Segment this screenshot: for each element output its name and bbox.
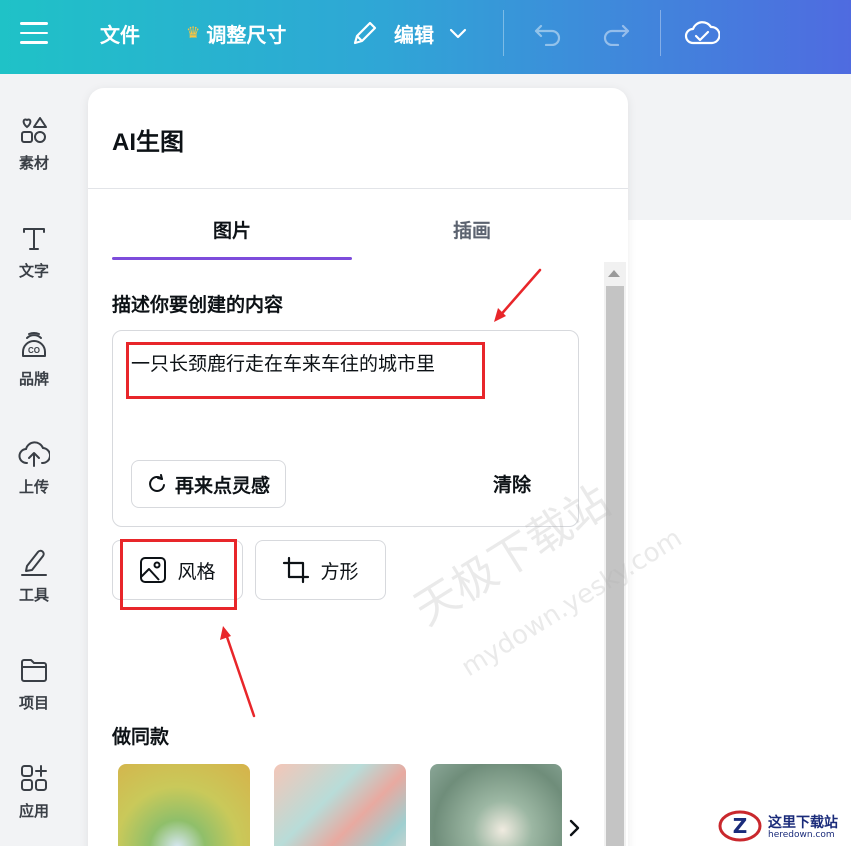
undo-button[interactable] (530, 16, 566, 50)
same-style-label: 做同款 (112, 727, 170, 748)
example-thumbnail[interactable] (430, 764, 562, 846)
brand-icon: CO (22, 332, 46, 357)
toolbar-divider (660, 10, 661, 56)
upload-icon (18, 441, 50, 467)
scroll-up-icon[interactable] (608, 270, 620, 277)
folder-icon (21, 659, 47, 682)
sidebar-item-brand[interactable]: CO 品牌 (0, 330, 68, 410)
sidebar-item-label: 上传 (18, 479, 49, 496)
shape-label: 方形 (320, 561, 359, 583)
sidebar-item-label: 项目 (18, 695, 49, 712)
refresh-icon (149, 474, 165, 492)
clear-button[interactable]: 清除 (493, 470, 531, 497)
toolbar-divider (503, 10, 504, 56)
apps-icon (21, 765, 47, 791)
example-thumbnail[interactable] (274, 764, 406, 846)
logo-icon: Z (718, 810, 762, 842)
tab-illustration[interactable]: 插画 (352, 216, 592, 243)
style-button[interactable]: 风格 (112, 540, 243, 600)
image-icon (140, 557, 167, 583)
redo-button[interactable] (598, 16, 634, 50)
edit-menu-button[interactable]: 编辑 (350, 18, 468, 48)
cloud-save-button[interactable] (684, 16, 720, 50)
aspect-ratio-button[interactable]: 方形 (255, 540, 386, 600)
inspire-label: 再来点灵感 (174, 475, 270, 497)
sidebar-item-tools[interactable]: 工具 (0, 546, 68, 626)
sidebar-item-label: 应用 (18, 803, 49, 820)
crown-icon: ♛ (186, 25, 201, 42)
file-menu-button[interactable]: 文件 (100, 18, 140, 48)
menu-icon[interactable] (20, 22, 48, 44)
sidebar-item-label: 文字 (18, 263, 49, 280)
edit-label: 编辑 (394, 24, 434, 47)
logo-title: 这里下载站 (768, 815, 838, 831)
sidebar-item-elements[interactable]: 素材 (0, 114, 68, 194)
sidebar-item-label: 品牌 (18, 371, 49, 388)
resize-button[interactable]: ♛ 调整尺寸 (186, 18, 286, 48)
pencil-icon (353, 21, 377, 45)
sidebar-item-label: 素材 (18, 155, 49, 172)
scrollbar-thumb[interactable] (606, 286, 624, 846)
left-sidebar: 素材 文字 CO 品牌 上传 工具 项目 应用 (0, 74, 68, 846)
cloud-check-icon (684, 21, 720, 45)
tab-image[interactable]: 图片 (112, 216, 352, 243)
site-logo: Z 这里下载站 heredown.com (716, 806, 851, 846)
svg-text:Z: Z (733, 814, 748, 838)
panel-divider (88, 188, 628, 189)
sidebar-item-projects[interactable]: 项目 (0, 654, 68, 734)
top-toolbar: 文件 ♛ 调整尺寸 编辑 (0, 0, 851, 74)
crop-icon (283, 556, 310, 584)
sidebar-item-text[interactable]: 文字 (0, 222, 68, 302)
style-label: 风格 (177, 561, 216, 583)
example-thumbnail[interactable] (118, 764, 250, 846)
file-menu-label: 文件 (100, 24, 140, 47)
resize-label: 调整尺寸 (206, 24, 287, 47)
active-tab-indicator (112, 257, 352, 260)
ai-image-panel: AI生图 图片 插画 描述你要创建的内容 一只长颈鹿行走在车来车往的城市里 再来… (88, 88, 628, 846)
inspire-button[interactable]: 再来点灵感 (131, 460, 286, 508)
text-icon (23, 228, 45, 250)
prompt-textarea[interactable]: 一只长颈鹿行走在车来车往的城市里 再来点灵感 清除 (112, 330, 579, 527)
redo-icon (603, 24, 630, 46)
panel-title: AI生图 (112, 129, 184, 156)
tools-icon (21, 549, 47, 576)
elements-icon (21, 117, 47, 143)
svg-text:CO: CO (28, 346, 40, 355)
sidebar-item-apps[interactable]: 应用 (0, 762, 68, 842)
undo-icon (534, 24, 561, 46)
sidebar-item-label: 工具 (18, 587, 49, 604)
sidebar-item-upload[interactable]: 上传 (0, 438, 68, 518)
prompt-section-label: 描述你要创建的内容 (112, 295, 284, 316)
logo-url: heredown.com (768, 830, 835, 840)
chevron-down-icon (449, 28, 467, 39)
chevron-right-icon[interactable] (564, 818, 584, 838)
prompt-text[interactable]: 一只长颈鹿行走在车来车往的城市里 (131, 349, 435, 376)
design-canvas[interactable] (628, 220, 851, 846)
